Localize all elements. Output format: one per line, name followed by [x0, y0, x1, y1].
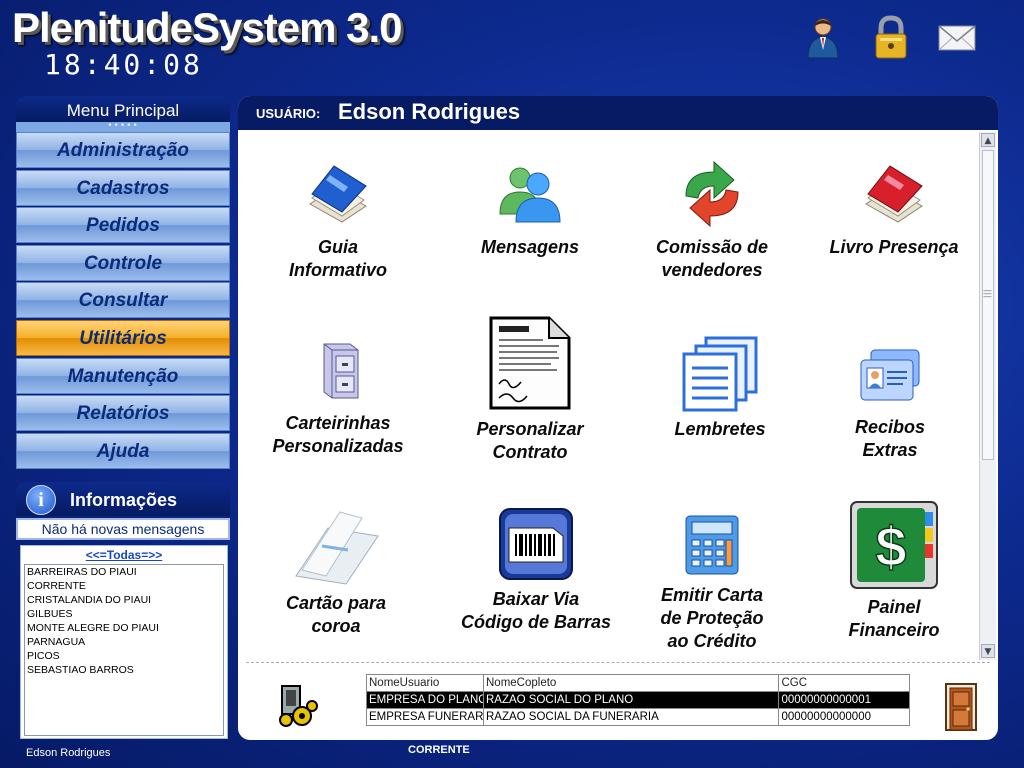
- tile-label: Comissão de vendedores: [655, 237, 769, 280]
- table-cell: 00000000000000: [778, 708, 910, 726]
- clock: 18:40:08: [44, 48, 203, 81]
- city-item[interactable]: PICOS: [25, 649, 223, 663]
- people-icon: [494, 158, 566, 230]
- tile-recibos-extras[interactable]: Recibos Extras: [800, 344, 980, 462]
- table-cell: 00000000000001: [778, 691, 910, 709]
- contract-icon: [487, 314, 573, 412]
- city-item[interactable]: BARREIRAS DO PIAUI: [25, 565, 223, 579]
- info-header: i Informações: [16, 482, 230, 516]
- app-title: PlenitudeSystem 3.0: [12, 4, 402, 51]
- dollar-panel-icon: $: [849, 500, 939, 590]
- calculator-icon: [680, 512, 744, 578]
- file-cabinet-icon: [302, 334, 374, 406]
- tile-carteirinhas[interactable]: Carteirinhas Personalizadas: [248, 334, 428, 458]
- tile-label: Recibos Extras: [854, 417, 926, 460]
- table-header-cell: CGC: [778, 674, 910, 692]
- svg-text:$: $: [875, 515, 906, 578]
- exchange-arrows-icon: [676, 158, 748, 230]
- city-item[interactable]: SEBASTIAO BARROS: [25, 663, 223, 677]
- city-item[interactable]: GILBUES: [25, 607, 223, 621]
- tile-label: Livro Presença: [829, 237, 959, 257]
- tile-personalizar-contrato[interactable]: Personalizar Contrato: [440, 314, 620, 464]
- table-header-row: NomeUsuario NomeCopleto CGC: [366, 674, 910, 692]
- lock-icon[interactable]: [868, 14, 914, 60]
- tile-painel-financeiro[interactable]: $ Painel Financeiro: [804, 500, 984, 642]
- city-item[interactable]: PARNAGUA: [25, 635, 223, 649]
- menu-item-controle[interactable]: Controle: [16, 244, 230, 281]
- tile-label: Painel Financeiro: [848, 597, 940, 640]
- tile-livro-presenca[interactable]: Livro Presença: [804, 158, 984, 259]
- tile-label: Emitir Carta de Proteção ao Crédito: [660, 585, 764, 651]
- scroll-up-arrow-icon[interactable]: ▲: [981, 133, 995, 147]
- tile-guia-informativo[interactable]: Guia Informativo: [248, 158, 428, 282]
- user-label: USUÁRIO:: [256, 106, 321, 121]
- table-header-cell: NomeUsuario: [366, 674, 484, 692]
- city-panel: <<=Todas=>> BARREIRAS DO PIAUI CORRENTE CR…: [20, 545, 228, 739]
- table-cell: EMPRESA DO PLANO: [366, 691, 484, 709]
- menu-splitter: •••••: [16, 122, 230, 132]
- scroll-grip-icon: — — —: [983, 286, 992, 302]
- door-exit-icon[interactable]: [944, 682, 978, 732]
- tile-label: Personalizar Contrato: [476, 419, 584, 462]
- city-item[interactable]: MONTE ALEGRE DO PIAUI: [25, 621, 223, 635]
- tile-label: Carteirinhas Personalizadas: [272, 413, 404, 456]
- table-cell: RAZAO SOCIAL DA FUNERARIA: [482, 708, 780, 726]
- divider: [246, 662, 990, 663]
- tile-comissao-vendedores[interactable]: Comissão de vendedores: [622, 158, 802, 282]
- exit-gear-icon[interactable]: [276, 684, 320, 728]
- city-item[interactable]: CORRENTE: [25, 579, 223, 593]
- tile-lembretes[interactable]: Lembretes: [630, 334, 810, 441]
- footer-user: Edson Rodrigues: [26, 747, 111, 759]
- menu-title: Menu Principal: [16, 96, 230, 122]
- menu-item-relatorios[interactable]: Relatórios: [16, 395, 230, 432]
- menu-item-cadastros[interactable]: Cadastros: [16, 169, 230, 206]
- menu-item-manutencao[interactable]: Manutenção: [16, 357, 230, 394]
- table-cell: EMPRESA FUNERARIA: [366, 708, 484, 726]
- menu-item-administracao[interactable]: Administração: [16, 132, 230, 168]
- table-row[interactable]: EMPRESA FUNERARIA RAZAO SOCIAL DA FUNERAR…: [366, 708, 910, 726]
- city-item[interactable]: CRISTALANDIA DO PIAUI: [25, 593, 223, 607]
- main-panel: USUÁRIO: Edson Rodrigues ▲ — — — ▼ Guia In…: [238, 96, 998, 740]
- user-name: Edson Rodrigues: [338, 99, 521, 124]
- menu-item-pedidos[interactable]: Pedidos: [16, 207, 230, 244]
- tile-baixar-codigo-barras[interactable]: Baixar Via Código de Barras: [446, 506, 626, 634]
- scroll-down-arrow-icon[interactable]: ▼: [981, 644, 995, 658]
- menu-item-consultar[interactable]: Consultar: [16, 282, 230, 319]
- tile-label: Cartão para coroa: [285, 593, 387, 636]
- tile-label: Lembretes: [674, 419, 766, 439]
- tile-mensagens[interactable]: Mensagens: [440, 158, 620, 259]
- user-icon[interactable]: [800, 14, 846, 60]
- table-cell: RAZAO SOCIAL DO PLANO: [482, 691, 780, 709]
- main-menu: Menu Principal ••••• Administração Cadast…: [16, 96, 230, 470]
- menu-item-ajuda[interactable]: Ajuda: [16, 432, 230, 469]
- red-book-icon: [858, 158, 930, 230]
- folder-icon: [286, 506, 386, 586]
- tile-label: Guia Informativo: [288, 237, 387, 280]
- city-list[interactable]: BARREIRAS DO PIAUI CORRENTE CRISTALANDIA D…: [24, 564, 224, 736]
- tile-label: Baixar Via Código de Barras: [460, 589, 612, 632]
- user-header: USUÁRIO: Edson Rodrigues: [238, 96, 998, 130]
- mail-icon[interactable]: [934, 14, 980, 60]
- documents-icon: [678, 334, 762, 412]
- tile-label: Mensagens: [480, 237, 580, 257]
- book-icon: [302, 158, 374, 230]
- city-filter-all[interactable]: <<=Todas=>>: [21, 548, 227, 562]
- table-header-cell: NomeCopleto: [482, 674, 780, 692]
- tile-cartao-coroa[interactable]: Cartão para coroa: [246, 506, 426, 638]
- barcode-icon: [497, 506, 575, 582]
- company-table[interactable]: NomeUsuario NomeCopleto CGC EMPRESA DO PLAN…: [366, 674, 910, 726]
- table-row[interactable]: EMPRESA DO PLANO RAZAO SOCIAL DO PLANO 000…: [366, 691, 910, 709]
- footer-city: CORRENTE: [408, 744, 470, 756]
- menu-item-utilitarios[interactable]: Utilitários: [16, 319, 230, 356]
- tile-emitir-carta[interactable]: Emitir Carta de Proteção ao Crédito: [622, 512, 802, 653]
- id-card-icon: [857, 344, 923, 410]
- info-message: Não há novas mensagens: [16, 518, 230, 540]
- info-icon: i: [26, 485, 56, 515]
- info-title: Informações: [70, 490, 178, 510]
